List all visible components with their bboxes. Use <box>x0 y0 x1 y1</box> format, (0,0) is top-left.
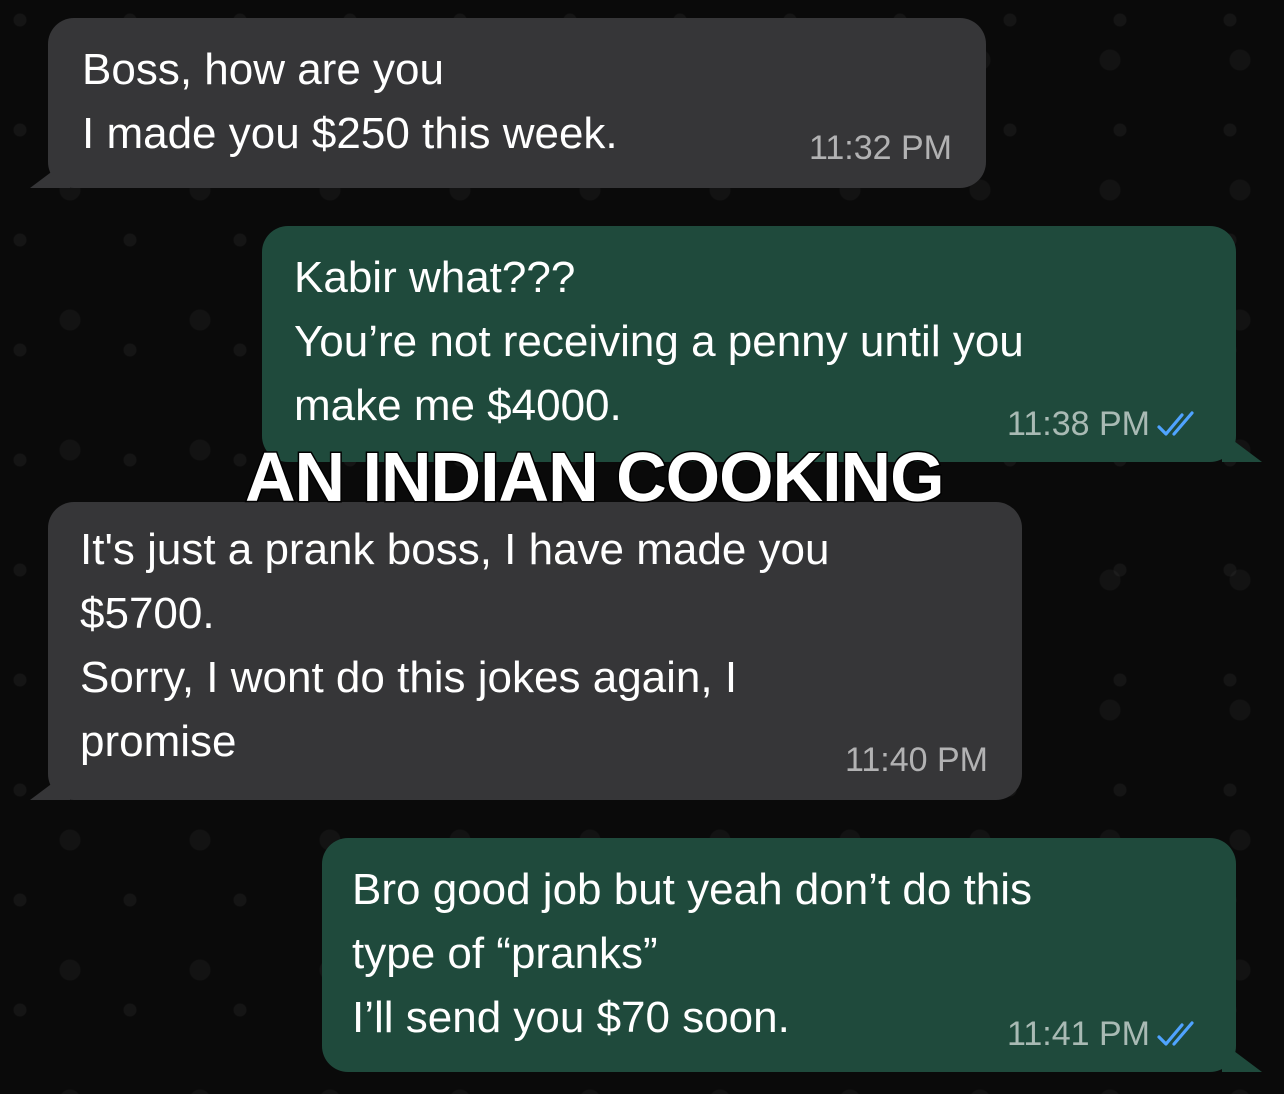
bubble-tail-outgoing <box>1222 432 1262 462</box>
message-bubble-incoming[interactable]: Boss, how are you I made you $250 this w… <box>48 18 986 188</box>
message-meta: 11:38 PM <box>1007 404 1202 444</box>
message-meta: 11:32 PM <box>809 128 952 168</box>
message-bubble-incoming[interactable]: It's just a prank boss, I have made you … <box>48 502 1022 800</box>
bubble-tail-outgoing <box>1222 1042 1262 1072</box>
message-meta: 11:40 PM <box>845 740 988 780</box>
overlay-caption: AN INDIAN COOKING <box>244 437 947 518</box>
message-time: 11:38 PM <box>1006 405 1150 443</box>
message-time: 11:41 PM <box>1006 1015 1150 1053</box>
chat-conversation: Boss, how are you I made you $250 this w… <box>0 0 1284 1094</box>
message-text: It's just a prank boss, I have made you … <box>80 525 830 766</box>
message-time: 11:40 PM <box>844 741 988 779</box>
bubble-tail-incoming <box>30 158 70 188</box>
message-time: 11:32 PM <box>808 129 952 167</box>
double-check-icon <box>1157 1021 1194 1046</box>
double-check-icon <box>1157 411 1194 436</box>
message-bubble-outgoing[interactable]: Bro good job but yeah don’t do this type… <box>322 838 1236 1072</box>
message-bubble-outgoing[interactable]: Kabir what??? You’re not receiving a pen… <box>262 226 1236 462</box>
bubble-tail-incoming <box>30 770 70 800</box>
message-meta: 11:41 PM <box>1007 1014 1202 1054</box>
